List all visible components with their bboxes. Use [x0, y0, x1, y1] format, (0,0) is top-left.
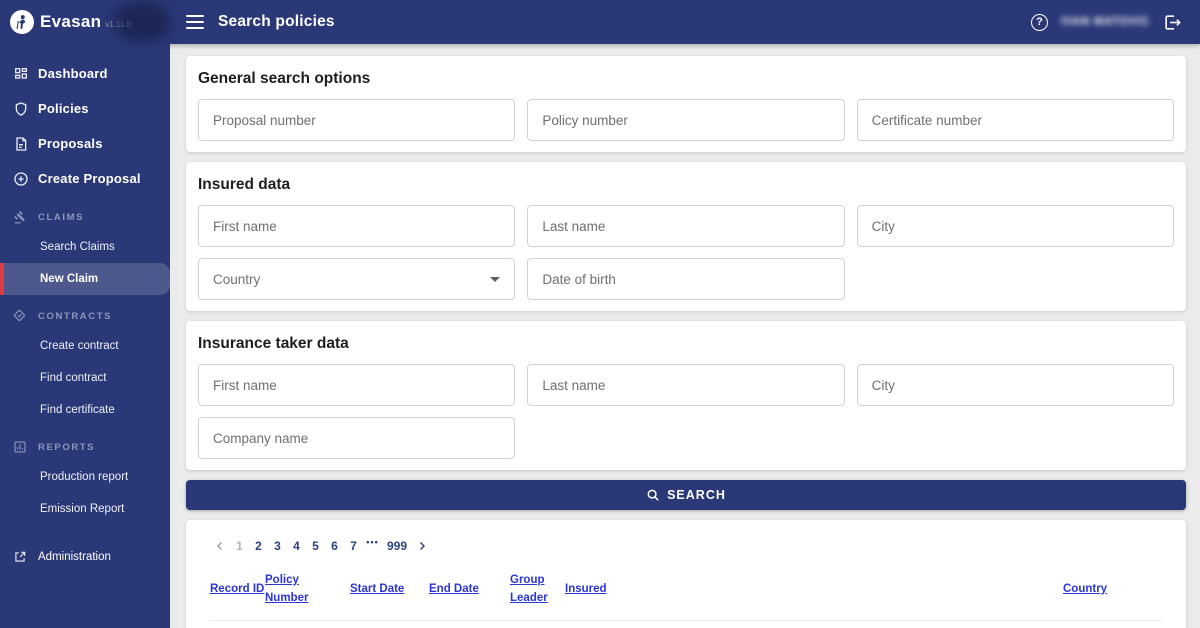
insured-first-name-input[interactable] — [198, 205, 515, 247]
logout-icon[interactable] — [1163, 13, 1182, 32]
topbar: Search policies ? IVAN MATOVIC — [0, 0, 1200, 44]
search-button-label: SEARCH — [667, 488, 726, 502]
section-label: REPORTS — [38, 442, 95, 453]
sidebar-item-new-claim[interactable]: New Claim — [0, 263, 170, 295]
gavel-icon — [12, 210, 27, 225]
bar-chart-icon — [12, 440, 27, 455]
page-number[interactable]: 5 — [306, 539, 325, 553]
sidebar-item-label: Administration — [38, 551, 111, 563]
column-header-start-date[interactable]: Start Date — [350, 581, 429, 599]
proposal-number-input[interactable] — [198, 99, 515, 141]
sidebar-item-label: Find certificate — [40, 404, 115, 416]
insured-last-name-input[interactable] — [527, 205, 844, 247]
redacted-blur — [113, 1, 171, 43]
section-title: Insurance taker data — [198, 335, 1174, 353]
results-card: 1 2 3 4 5 6 7 ••• 999 Record ID Policy N… — [186, 520, 1186, 628]
taker-company-name-input[interactable] — [198, 417, 515, 459]
column-header-end-date[interactable]: End Date — [429, 581, 510, 599]
pagination: 1 2 3 4 5 6 7 ••• 999 — [210, 536, 1162, 556]
page-number[interactable]: 1 — [230, 539, 249, 553]
insured-data-card: Insured data Country — [186, 162, 1186, 311]
policy-number-input[interactable] — [527, 99, 844, 141]
sidebar-item-label: Dashboard — [38, 66, 108, 81]
sidebar-section-reports: REPORTS — [0, 433, 170, 461]
help-icon[interactable]: ? — [1031, 14, 1048, 31]
next-page-icon[interactable] — [412, 536, 432, 556]
sidebar-item-label: Create Proposal — [38, 171, 141, 186]
brand-name: Evasan — [40, 12, 101, 32]
sidebar-item-find-contract[interactable]: Find contract — [0, 362, 170, 394]
sidebar-item-policies[interactable]: Policies — [0, 91, 170, 126]
insured-country-select[interactable]: Country — [198, 258, 515, 300]
column-header-record-id[interactable]: Record ID — [210, 581, 265, 599]
certificate-icon — [12, 309, 27, 324]
plus-circle-icon — [12, 170, 29, 187]
sidebar-item-label: New Claim — [40, 273, 98, 285]
sidebar-item-find-certificate[interactable]: Find certificate — [0, 394, 170, 426]
page-number[interactable]: 3 — [268, 539, 287, 553]
certificate-number-input[interactable] — [857, 99, 1174, 141]
sidebar-item-create-proposal[interactable]: Create Proposal — [0, 161, 170, 196]
page-number[interactable]: 2 — [249, 539, 268, 553]
sidebar: Evasan v1.11.0 Dashboard Policies — [0, 0, 170, 628]
sidebar-item-production-report[interactable]: Production report — [0, 461, 170, 493]
evasan-logo-icon — [10, 10, 34, 34]
column-header-insured[interactable]: Insured — [565, 581, 620, 599]
main-content: General search options Insured data Coun… — [170, 44, 1200, 628]
column-header-group-leader[interactable]: Group Leader — [510, 572, 558, 608]
sidebar-item-search-claims[interactable]: Search Claims — [0, 231, 170, 263]
taker-city-input[interactable] — [857, 364, 1174, 406]
page-title: Search policies — [218, 13, 335, 31]
sidebar-item-create-contract[interactable]: Create contract — [0, 330, 170, 362]
sidebar-item-label: Find contract — [40, 372, 106, 384]
sidebar-item-label: Policies — [38, 101, 89, 116]
sidebar-item-label: Search Claims — [40, 241, 115, 253]
insurance-taker-card: Insurance taker data — [186, 321, 1186, 470]
insured-date-of-birth-input[interactable] — [527, 258, 844, 300]
page-number[interactable]: 999 — [382, 539, 412, 553]
search-icon — [646, 488, 660, 502]
sidebar-item-dashboard[interactable]: Dashboard — [0, 56, 170, 91]
insured-city-input[interactable] — [857, 205, 1174, 247]
user-name: IVAN MATOVIC — [1061, 16, 1150, 28]
sidebar-item-emission-report[interactable]: Emission Report — [0, 493, 170, 525]
sidebar-item-administration[interactable]: Administration — [0, 541, 170, 573]
shield-icon — [12, 100, 29, 117]
prev-page-icon[interactable] — [210, 536, 230, 556]
section-title: General search options — [198, 70, 1174, 88]
sidebar-item-label: Proposals — [38, 136, 103, 151]
search-button[interactable]: SEARCH — [186, 480, 1186, 510]
column-header-country[interactable]: Country — [1063, 581, 1118, 599]
page-number[interactable]: 7 — [344, 539, 363, 553]
section-label: CLAIMS — [38, 212, 84, 223]
page-number[interactable]: 4 — [287, 539, 306, 553]
section-label: CONTRACTS — [38, 311, 112, 322]
external-link-icon — [12, 550, 27, 565]
sidebar-section-claims: CLAIMS — [0, 203, 170, 231]
sidebar-section-contracts: CONTRACTS — [0, 302, 170, 330]
taker-first-name-input[interactable] — [198, 364, 515, 406]
results-table-header: Record ID Policy Number Start Date End D… — [210, 572, 1162, 621]
sidebar-item-label: Emission Report — [40, 503, 124, 515]
sidebar-item-proposals[interactable]: Proposals — [0, 126, 170, 161]
sidebar-nav: Dashboard Policies Proposals — [0, 44, 170, 573]
document-icon — [12, 135, 29, 152]
dashboard-icon — [12, 65, 29, 82]
general-search-card: General search options — [186, 56, 1186, 152]
section-title: Insured data — [198, 176, 1174, 194]
sidebar-item-label: Production report — [40, 471, 128, 483]
brand: Evasan v1.11.0 — [0, 0, 170, 44]
column-header-policy-number[interactable]: Policy Number — [265, 572, 325, 608]
sidebar-item-label: Create contract — [40, 340, 119, 352]
chevron-down-icon — [490, 277, 500, 282]
select-placeholder: Country — [213, 272, 260, 287]
page-number[interactable]: 6 — [325, 539, 344, 553]
taker-last-name-input[interactable] — [527, 364, 844, 406]
page-ellipsis: ••• — [363, 537, 382, 547]
menu-icon[interactable] — [186, 15, 204, 29]
